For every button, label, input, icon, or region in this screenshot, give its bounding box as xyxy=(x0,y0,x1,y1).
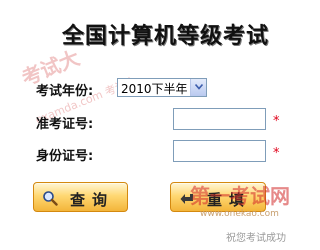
ticket-number-field[interactable] xyxy=(173,108,266,130)
watermark-bottom-url: www.onekao.com xyxy=(200,209,279,219)
year-label: 考试年份: xyxy=(36,84,94,99)
required-mark: * xyxy=(273,114,280,129)
id-number-field[interactable] xyxy=(173,140,266,162)
query-form-page: 全国计算机等级考试 考试大 examda.com 考试大 考试年份: 2010下… xyxy=(0,0,319,250)
dropdown-button[interactable] xyxy=(190,79,206,96)
ticket-number-label: 准考证号: xyxy=(36,117,94,132)
year-select-value: 2010下半年 xyxy=(121,82,188,96)
query-button[interactable]: 查询 xyxy=(33,182,128,212)
page-title: 全国计算机等级考试 xyxy=(62,23,270,49)
query-button-label: 查询 xyxy=(70,191,115,209)
watermark-bottom-brand: 第一考试网 xyxy=(190,184,290,208)
chevron-down-icon xyxy=(195,84,203,90)
watermark-bottom-slogan: 祝您考试成功 xyxy=(226,233,286,244)
year-select[interactable]: 2010下半年 xyxy=(117,78,207,97)
magnifier-icon xyxy=(42,190,58,210)
required-mark: * xyxy=(273,146,280,161)
id-number-label: 身份证号: xyxy=(36,149,94,164)
